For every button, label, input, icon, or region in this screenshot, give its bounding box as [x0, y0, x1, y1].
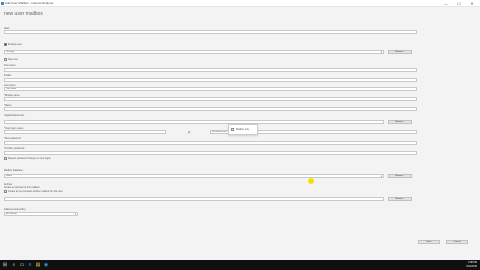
- require-change-label: Require password change on next logon: [8, 157, 51, 160]
- archive-hint: Create an archive for this mailbox: [4, 186, 40, 189]
- at-sign-label: @: [188, 131, 191, 134]
- ie-icon[interactable]: ◉: [43, 262, 49, 268]
- address-policy-label: Address book policy:: [4, 208, 27, 211]
- password-input[interactable]: [4, 141, 417, 145]
- browse-user-button[interactable]: Browse...: [388, 50, 412, 54]
- browse-ou-button[interactable]: Browse...: [388, 120, 412, 124]
- page-title: new user mailbox: [4, 11, 43, 17]
- mailbox-db-label: Mailbox database:: [4, 169, 24, 172]
- existing-user-input[interactable]: Chicago ▾: [4, 50, 384, 54]
- dropdown-arrow-icon: ▾: [380, 51, 382, 54]
- dropdown-arrow-icon: ▾: [74, 213, 76, 216]
- explorer-icon[interactable]: ▤: [35, 262, 41, 268]
- clock-date: 8/11/2015: [466, 265, 477, 268]
- require-change-checkbox[interactable]: [4, 157, 7, 160]
- close-button[interactable]: ✕: [467, 1, 477, 6]
- app-icon: [1, 1, 4, 5]
- ou-label: Organizational unit:: [4, 114, 25, 117]
- existing-user-label: Existing user: [8, 43, 22, 46]
- system-clock[interactable]: 2:08 PM 8/11/2015: [467, 261, 477, 269]
- first-name-input[interactable]: [4, 68, 417, 72]
- taskbar: ⊞ ⌕ ▭ e ▤ ◉ 2:08 PM 8/11/2015: [0, 260, 480, 270]
- logon-name-input[interactable]: [4, 130, 166, 134]
- new-user-radio[interactable]: [4, 58, 7, 61]
- first-name-label: First name:: [4, 64, 16, 67]
- start-icon[interactable]: ⊞: [2, 262, 8, 268]
- mailbox-only-label: Mailbox only: [236, 128, 250, 131]
- save-button[interactable]: Save: [418, 240, 440, 244]
- new-user-label: New user: [8, 58, 19, 61]
- dropdown-arrow-icon: ▾: [380, 175, 382, 178]
- archive-checkbox[interactable]: [4, 190, 7, 193]
- last-name-input[interactable]: Last name: [4, 87, 417, 91]
- window-titlebar: Add User Mailbox - Internet Explorer — ☐…: [0, 0, 480, 7]
- search-icon[interactable]: ⌕: [11, 262, 17, 268]
- browse-archive-button[interactable]: Browse...: [388, 197, 412, 201]
- archive-db-input[interactable]: [4, 197, 384, 201]
- alias-input[interactable]: [4, 30, 417, 34]
- mouse-cursor-highlight: [308, 178, 314, 184]
- display-name-input[interactable]: [4, 97, 417, 101]
- initials-label: Initials:: [4, 74, 12, 77]
- minimize-button[interactable]: —: [441, 1, 451, 6]
- window-title: Add User Mailbox - Internet Explorer: [5, 1, 54, 5]
- cancel-button[interactable]: Cancel: [446, 240, 468, 244]
- maximize-button[interactable]: ☐: [454, 1, 464, 6]
- address-policy-select[interactable]: [No Policy] ▾: [4, 212, 78, 216]
- mailbox-only-checkbox[interactable]: [231, 128, 234, 131]
- edge-icon[interactable]: e: [27, 262, 33, 268]
- initials-input[interactable]: [4, 78, 417, 82]
- password-label: *New password:: [4, 137, 22, 140]
- confirm-password-label: *Confirm password:: [4, 147, 25, 150]
- existing-user-radio[interactable]: [4, 43, 7, 46]
- ou-input[interactable]: [4, 120, 384, 124]
- mailbox-db-input[interactable]: Select ▾: [4, 174, 384, 178]
- confirm-password-input[interactable]: [4, 151, 417, 155]
- task-view-icon[interactable]: ▭: [19, 262, 25, 268]
- browse-db-button[interactable]: Browse...: [388, 174, 412, 178]
- name-input[interactable]: [4, 107, 417, 111]
- archive-check-label: Create an on-premises archive mailbox fo…: [8, 190, 63, 193]
- mailbox-only-popup: Mailbox only: [228, 124, 258, 135]
